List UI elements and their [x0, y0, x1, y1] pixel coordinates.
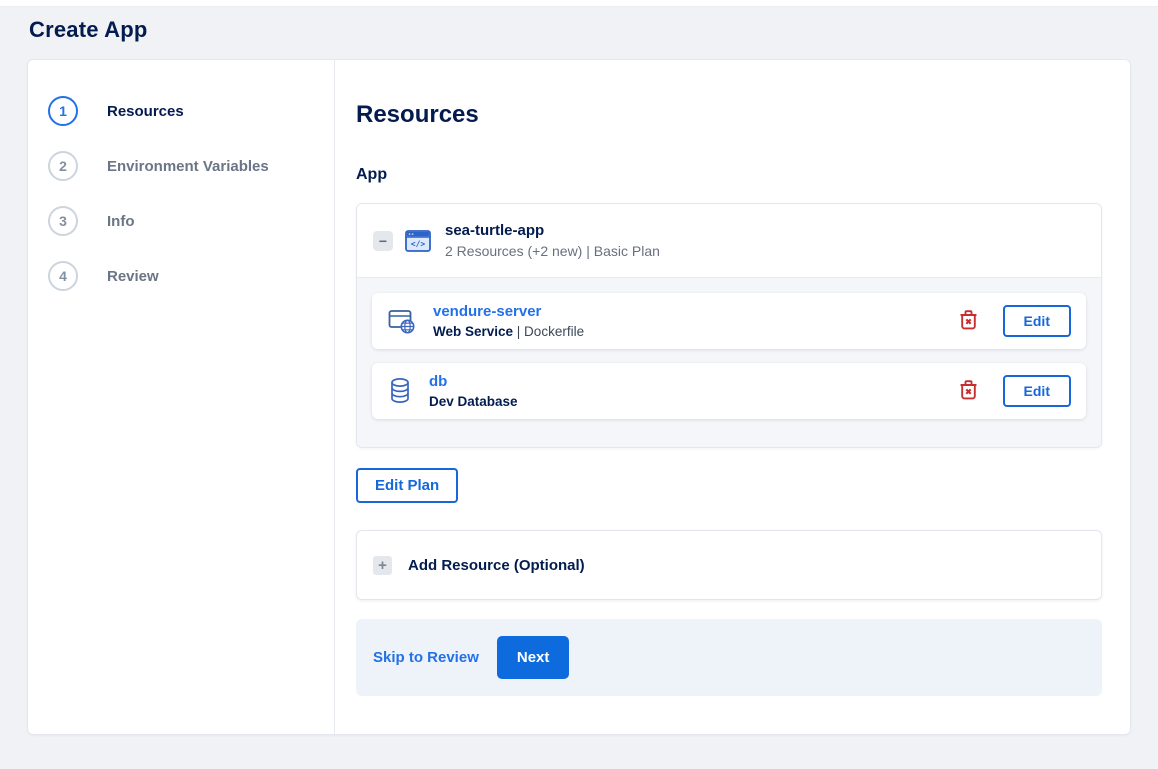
resource-row-vendure-server: vendure-server Web Service | Dockerfile: [372, 293, 1086, 349]
step-info[interactable]: 3 Info: [48, 206, 334, 236]
app-card-header: − </> sea-turtle-app 2 Resources (+2 new…: [357, 204, 1101, 277]
app-section-label: App: [356, 166, 388, 183]
resource-meta: Dev Database: [429, 394, 518, 409]
app-card-body: vendure-server Web Service | Dockerfile: [357, 277, 1101, 447]
step-label: Resources: [107, 102, 184, 120]
edit-plan-button[interactable]: Edit Plan: [356, 468, 459, 503]
app-summary: 2 Resources (+2 new) | Basic Plan: [445, 243, 660, 259]
resource-titles: vendure-server Web Service | Dockerfile: [433, 303, 584, 339]
svg-text:</>: </>: [411, 239, 426, 248]
web-service-globe-icon: [387, 306, 417, 336]
wizard-stepper: 1 Resources 2 Environment Variables 3 In…: [28, 60, 335, 734]
resource-meta: Web Service | Dockerfile: [433, 324, 584, 339]
edit-resource-button[interactable]: Edit: [1002, 375, 1071, 407]
app-card: − </> sea-turtle-app 2 Resources (+2 new…: [356, 203, 1102, 448]
step-review[interactable]: 4 Review: [48, 261, 334, 291]
page-title: Create App: [29, 17, 148, 42]
step-resources[interactable]: 1 Resources: [48, 96, 334, 126]
delete-resource-button[interactable]: [959, 309, 978, 333]
plus-icon: +: [373, 555, 392, 575]
resources-step-content: Resources App − </> sea-turtle-app 2 Res…: [335, 60, 1130, 734]
content-heading: Resources: [356, 101, 479, 128]
step-environment-variables[interactable]: 2 Environment Variables: [48, 151, 334, 181]
resource-type: Dev Database: [429, 394, 518, 409]
resource-detail: | Dockerfile: [513, 324, 585, 339]
create-app-card: 1 Resources 2 Environment Variables 3 In…: [27, 59, 1131, 735]
next-button[interactable]: Next: [496, 636, 570, 679]
step-number-badge: 2: [48, 151, 78, 181]
step-number-badge: 4: [48, 261, 78, 291]
resource-type: Web Service: [433, 324, 514, 339]
resource-actions: Edit: [959, 375, 1071, 407]
create-app-page: Create App 1 Resources 2 Environment Var…: [0, 17, 1158, 735]
trash-icon: [959, 309, 978, 333]
resource-titles: db Dev Database: [429, 373, 518, 409]
step-label: Review: [107, 267, 159, 285]
add-resource-label: Add Resource (Optional): [408, 556, 585, 574]
collapse-app-button[interactable]: −: [373, 230, 393, 251]
skip-to-review-link[interactable]: Skip to Review: [373, 649, 479, 666]
code-window-icon: </>: [404, 227, 432, 255]
step-label: Environment Variables: [107, 157, 269, 175]
resource-name-link[interactable]: db: [429, 373, 518, 390]
step-number-badge: 3: [48, 206, 78, 236]
minus-icon: −: [378, 232, 388, 249]
database-icon: [387, 376, 413, 406]
resource-row-db: db Dev Database Edit: [372, 363, 1086, 419]
add-resource-section[interactable]: + Add Resource (Optional): [356, 530, 1102, 600]
step-label: Info: [107, 212, 135, 230]
resource-actions: Edit: [959, 305, 1071, 337]
edit-resource-button[interactable]: Edit: [1002, 305, 1071, 337]
resource-name-link[interactable]: vendure-server: [433, 303, 584, 320]
app-card-titles: sea-turtle-app 2 Resources (+2 new) | Ba…: [445, 222, 660, 259]
trash-icon: [959, 379, 978, 403]
wizard-footer: Skip to Review Next: [356, 619, 1102, 696]
top-strip: [0, 0, 1158, 7]
delete-resource-button[interactable]: [959, 379, 978, 403]
step-number-badge: 1: [48, 96, 78, 126]
app-name: sea-turtle-app: [445, 222, 545, 239]
